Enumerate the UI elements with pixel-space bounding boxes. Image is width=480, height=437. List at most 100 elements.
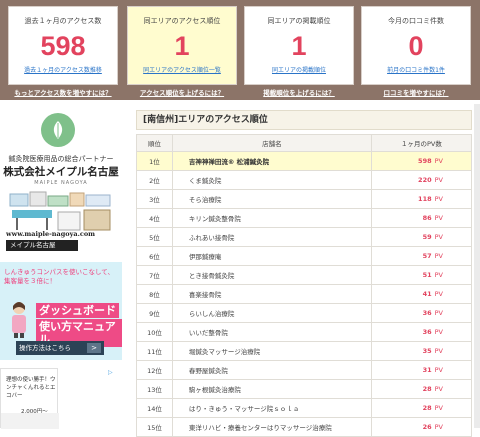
pv-value: 118 bbox=[418, 195, 432, 203]
pv-unit: PV bbox=[434, 195, 443, 203]
pv-value: 31 bbox=[422, 366, 432, 374]
clinic-name-cell[interactable]: 堀鍼灸マッサージ治療院 bbox=[171, 341, 372, 361]
raise-listing-rank-link[interactable]: 掲載順位を上げるには？ bbox=[244, 87, 354, 97]
pv-cell: 598 PV bbox=[370, 151, 473, 171]
table-row[interactable]: 6位 伊那鍼療庵 57 PV bbox=[136, 246, 473, 266]
table-header-row: 順位 店舗名 １ヶ月のPV数 bbox=[136, 134, 473, 152]
pv-value: 59 bbox=[422, 233, 432, 241]
monthly-access-card: 過去１ヶ月のアクセス数 598 過去１ヶ月のアクセス数推移 bbox=[8, 6, 118, 85]
table-row[interactable]: 5位 ふれあい接骨院 59 PV bbox=[136, 227, 473, 247]
pv-value: 51 bbox=[422, 271, 432, 279]
header-pv: １ヶ月のPV数 bbox=[370, 134, 473, 152]
clinic-name-cell[interactable]: そら治療院 bbox=[171, 189, 372, 209]
card-link[interactable]: 同エリアの掲載順位 bbox=[245, 65, 353, 74]
pv-value: 36 bbox=[422, 309, 432, 317]
clinic-name-cell[interactable]: 吉神神禅田流® 松浦鍼灸院 bbox=[171, 151, 372, 171]
pv-value: 26 bbox=[422, 423, 432, 431]
table-row[interactable]: 3位 そら治療院 118 PV bbox=[136, 189, 473, 209]
scrollbar[interactable] bbox=[474, 104, 480, 428]
clinic-name-cell[interactable]: とき接骨鍼灸院 bbox=[171, 265, 372, 285]
clinic-name-cell[interactable]: くま鍼灸院 bbox=[171, 170, 372, 190]
table-row[interactable]: 10位 いいだ整骨院 36 PV bbox=[136, 322, 473, 342]
table-row[interactable]: 2位 くま鍼灸院 220 PV bbox=[136, 170, 473, 190]
pv-cell: 36 PV bbox=[370, 303, 473, 323]
arrow-right-icon: > bbox=[87, 343, 101, 353]
ranking-title: [南信州]エリアのアクセス順位 bbox=[136, 110, 472, 130]
rank-cell: 6位 bbox=[136, 246, 173, 266]
ranking-panel: [南信州]エリアのアクセス順位 順位 店舗名 １ヶ月のPV数 1位 吉神神禅田流®… bbox=[130, 104, 480, 437]
pv-unit: PV bbox=[434, 290, 443, 298]
clinic-name-cell[interactable]: らいしん治療院 bbox=[171, 303, 372, 323]
product-ad[interactable]: 理想の使い勝手！ウンチャくんれるとエコバー 2,000円～ ▷ bbox=[0, 368, 122, 429]
clinic-name-cell[interactable]: はり・きゅう・マッサージ院ｓｏｌａ bbox=[171, 398, 372, 418]
pv-cell: 35 PV bbox=[370, 341, 473, 361]
more-access-link[interactable]: もっとアクセス数を増やすには？ bbox=[8, 87, 118, 97]
card-value: 1 bbox=[174, 31, 190, 61]
rank-cell: 15位 bbox=[136, 417, 173, 437]
product-ad-text: 理想の使い勝手！ウンチャくんれるとエコバー bbox=[6, 377, 56, 399]
manual-button-label: 操作方法はこちら bbox=[19, 344, 71, 352]
table-row[interactable]: 13位 駒ヶ根鍼灸治療院 28 PV bbox=[136, 379, 473, 399]
rank-cell: 9位 bbox=[136, 303, 173, 323]
pv-unit: PV bbox=[434, 404, 443, 412]
pv-cell: 59 PV bbox=[370, 227, 473, 247]
table-row[interactable]: 8位 喜楽接骨院 41 PV bbox=[136, 284, 473, 304]
ad-company-roman: MAIPLE NAGOYA bbox=[34, 180, 88, 186]
pv-cell: 220 PV bbox=[370, 170, 473, 190]
pv-unit: PV bbox=[434, 252, 443, 260]
pv-unit: PV bbox=[434, 366, 443, 374]
table-row[interactable]: 9位 らいしん治療院 36 PV bbox=[136, 303, 473, 323]
rank-cell: 12位 bbox=[136, 360, 173, 380]
ad-url[interactable]: www.maiple-nagoya.com bbox=[6, 230, 95, 238]
stats-band: 過去１ヶ月のアクセス数 598 過去１ヶ月のアクセス数推移 同エリアのアクセス順… bbox=[0, 0, 480, 100]
rank-cell: 7位 bbox=[136, 265, 173, 285]
clinic-name-cell[interactable]: ふれあい接骨院 bbox=[171, 227, 372, 247]
person-illustration bbox=[12, 302, 26, 338]
pv-value: 598 bbox=[418, 157, 432, 165]
pv-cell: 28 PV bbox=[370, 398, 473, 418]
clinic-name-cell[interactable]: 春野屋鍼灸院 bbox=[171, 360, 372, 380]
card-link[interactable]: 前月の口コミ件数1件 bbox=[362, 65, 470, 74]
table-row[interactable]: 7位 とき接骨鍼灸院 51 PV bbox=[136, 265, 473, 285]
clinic-name-cell[interactable]: 駒ヶ根鍼灸治療院 bbox=[171, 379, 372, 399]
table-row[interactable]: 11位 堀鍼灸マッサージ治療院 35 PV bbox=[136, 341, 473, 361]
area-access-rank-card: 同エリアのアクセス順位 1 同エリアのアクセス順位一覧 bbox=[127, 6, 237, 85]
pv-cell: 28 PV bbox=[370, 379, 473, 399]
rank-cell: 14位 bbox=[136, 398, 173, 418]
ad-choices-icon[interactable]: ▷ bbox=[108, 369, 113, 376]
product-ad-box[interactable]: 理想の使い勝手！ウンチャくんれるとエコバー 2,000円～ bbox=[0, 368, 59, 429]
rank-cell: 4位 bbox=[136, 208, 173, 228]
pv-cell: 118 PV bbox=[370, 189, 473, 209]
pv-cell: 57 PV bbox=[370, 246, 473, 266]
clinic-name-cell[interactable]: キリン鍼灸整骨院 bbox=[171, 208, 372, 228]
card-title: 過去１ヶ月のアクセス数 bbox=[24, 17, 102, 25]
clinic-name-cell[interactable]: 東洋リハビ・療養センターはりマッサージ治療院 bbox=[171, 417, 372, 437]
banner-title-1: ダッシュボード bbox=[36, 303, 119, 318]
clinic-name-cell[interactable]: いいだ整骨院 bbox=[171, 322, 372, 342]
pv-value: 28 bbox=[422, 385, 432, 393]
maiple-ad[interactable]: 鍼灸院医療用品の総合パートナー 株式会社メイプル名古屋 MAIPLE NAGOY… bbox=[0, 110, 122, 256]
table-row[interactable]: 12位 春野屋鍼灸院 31 PV bbox=[136, 360, 473, 380]
rank-cell: 1位 bbox=[136, 151, 173, 171]
card-link[interactable]: 同エリアのアクセス順位一覧 bbox=[128, 65, 236, 74]
card-link[interactable]: 過去１ヶ月のアクセス数推移 bbox=[9, 65, 117, 74]
raise-access-rank-link[interactable]: アクセス順位を上げるには？ bbox=[127, 87, 237, 97]
clinic-name-cell[interactable]: 伊那鍼療庵 bbox=[171, 246, 372, 266]
card-value: 598 bbox=[40, 31, 86, 61]
header-name: 店舗名 bbox=[171, 134, 372, 152]
rank-cell: 8位 bbox=[136, 284, 173, 304]
table-row[interactable]: 1位 吉神神禅田流® 松浦鍼灸院 598 PV bbox=[136, 151, 473, 171]
table-row[interactable]: 14位 はり・きゅう・マッサージ院ｓｏｌａ 28 PV bbox=[136, 398, 473, 418]
dashboard-manual-banner[interactable]: しんきゅうコンパスを使いこなして、集客量を３倍に！ ダッシュボード 使い方マニュ… bbox=[0, 262, 122, 360]
manual-button[interactable]: 操作方法はこちら > bbox=[16, 341, 104, 355]
table-row[interactable]: 15位 東洋リハビ・療養センターはりマッサージ治療院 26 PV bbox=[136, 417, 473, 437]
ad-company-name: 株式会社メイプル名古屋 bbox=[3, 166, 119, 178]
more-reviews-link[interactable]: 口コミを増やすには？ bbox=[361, 87, 471, 97]
pv-value: 35 bbox=[422, 347, 432, 355]
maiple-logo-icon bbox=[41, 113, 75, 147]
rank-cell: 13位 bbox=[136, 379, 173, 399]
ad-company-button[interactable]: メイプル名古屋 bbox=[6, 240, 78, 251]
clinic-name-cell[interactable]: 喜楽接骨院 bbox=[171, 284, 372, 304]
table-row[interactable]: 4位 キリン鍼灸整骨院 86 PV bbox=[136, 208, 473, 228]
product-ad-image bbox=[1, 413, 59, 429]
